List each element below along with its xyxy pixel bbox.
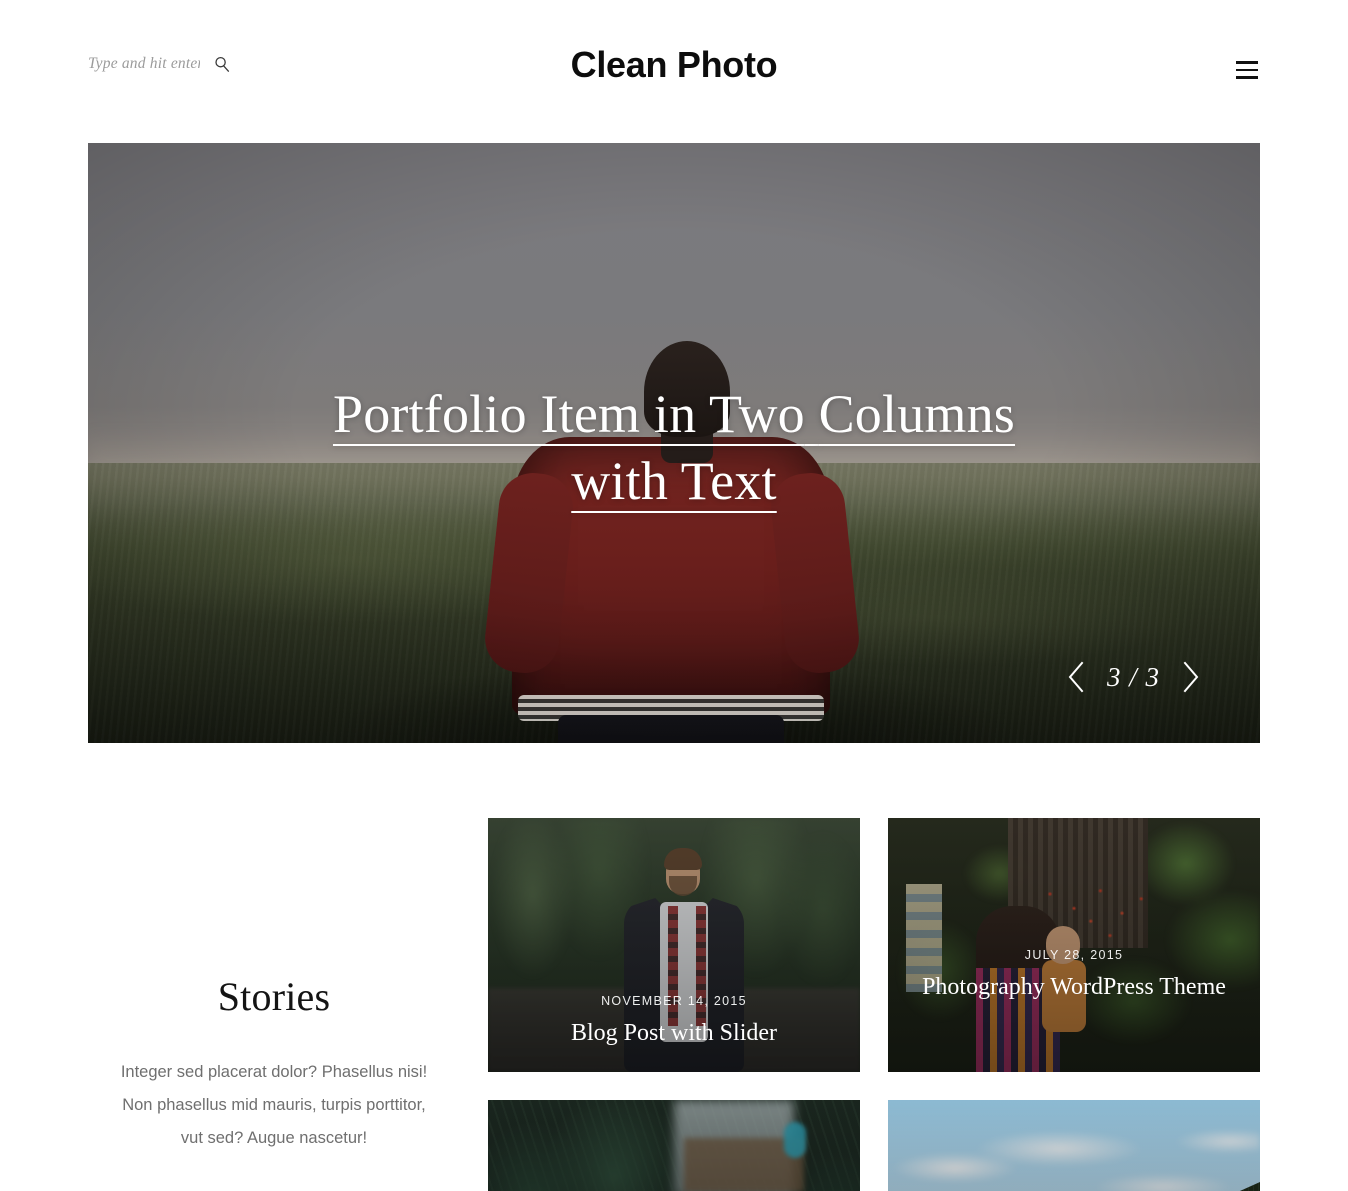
post-caption: JULY 28, 2015 Photography WordPress Them… [888, 948, 1260, 1004]
menu-bar-1 [1236, 61, 1258, 64]
hamburger-menu-icon[interactable] [1236, 58, 1260, 82]
stories-column: Stories Integer sed placerat dolor? Phas… [88, 818, 460, 1191]
post-overlay [888, 1100, 1260, 1191]
stories-heading: Stories [217, 974, 331, 1019]
post-caption: NOVEMBER 14, 2015 Blog Post with Slider [488, 994, 860, 1050]
post-date: NOVEMBER 14, 2015 [601, 994, 747, 1009]
figure-legs [558, 715, 784, 743]
slider-counter: 3 / 3 [1106, 661, 1160, 692]
chevron-right-icon[interactable] [1180, 659, 1202, 695]
post-card[interactable] [488, 1100, 860, 1191]
post-date: JULY 28, 2015 [1024, 948, 1124, 963]
post-overlay [488, 1100, 860, 1191]
site-title[interactable]: Clean Photo [0, 44, 1348, 86]
site-header: Clean Photo [0, 0, 1348, 143]
chevron-left-icon[interactable] [1065, 659, 1087, 695]
hero-title-line-1: Portfolio Item in Two [332, 384, 805, 444]
menu-bar-2 [1236, 68, 1258, 72]
post-card[interactable] [888, 1100, 1260, 1191]
post-card[interactable]: JULY 28, 2015 Photography WordPress Them… [888, 818, 1260, 1072]
slider-navigation: 3 / 3 [1065, 659, 1202, 695]
post-overlay [888, 818, 1260, 1072]
stories-paragraph: Integer sed placerat dolor? Phasellus ni… [120, 1063, 428, 1147]
menu-bar-3 [1236, 76, 1258, 79]
hero-slider[interactable]: Portfolio Item in Two Columns with Text … [88, 143, 1260, 743]
post-title[interactable]: Blog Post with Slider [510, 1018, 838, 1050]
post-title[interactable]: Photography WordPress Theme [910, 972, 1238, 1004]
content-area: Stories Integer sed placerat dolor? Phas… [0, 818, 1348, 1191]
hero-title[interactable]: Portfolio Item in Two Columns with Text [88, 381, 1260, 515]
posts-grid: NOVEMBER 14, 2015 Blog Post with Slider … [488, 818, 1260, 1191]
post-card[interactable]: NOVEMBER 14, 2015 Blog Post with Slider [488, 818, 860, 1072]
